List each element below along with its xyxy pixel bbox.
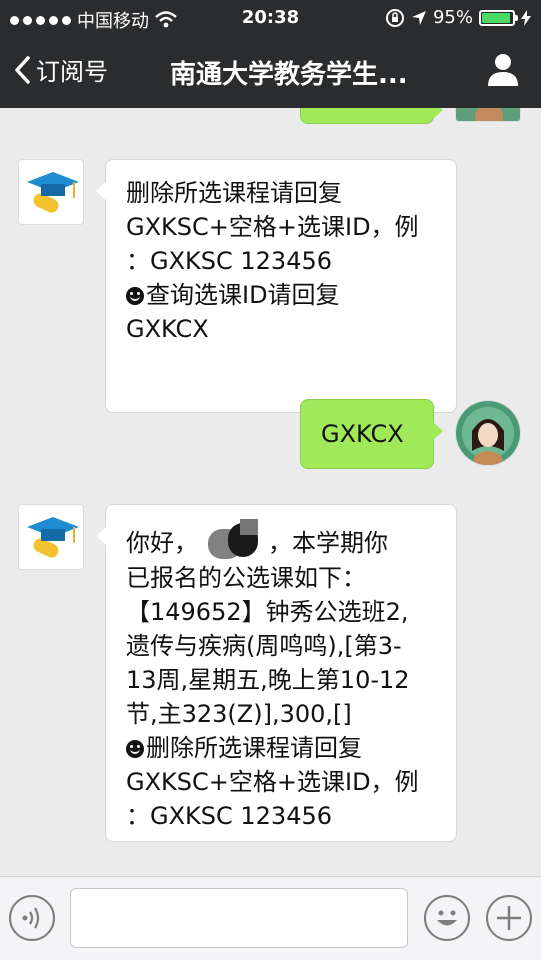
emoji-button[interactable] (424, 895, 470, 941)
battery-icon (479, 9, 518, 26)
message-line: 查询选课ID请回复 (126, 278, 438, 312)
voice-button[interactable] (9, 895, 55, 941)
message-line: GXKSC+空格+选课ID，例 (126, 768, 419, 796)
graduation-cap-icon (19, 160, 83, 224)
redacted-name (198, 519, 268, 561)
message-line: 已报名的公选课如下： (126, 564, 366, 592)
message-text: 你好， (126, 529, 198, 557)
voice-icon (22, 907, 40, 929)
message-input[interactable] (70, 888, 408, 948)
bot-avatar[interactable] (18, 504, 84, 570)
message-text: ，本学期你 (268, 529, 388, 557)
battery-percent: 95% (432, 7, 473, 28)
message-line: GXKSC+空格+选课ID，例 (126, 213, 419, 241)
person-icon (488, 54, 518, 86)
rotation-lock-icon (385, 8, 404, 27)
message-text: 查询选课ID请回复 (146, 281, 340, 309)
smiley-icon (126, 740, 144, 758)
profile-button[interactable] (487, 52, 519, 90)
message-line: 删除所选课程请回复 (126, 731, 438, 765)
location-arrow-icon (411, 10, 426, 25)
nav-bar: 订阅号 南通大学教务学生... (0, 36, 541, 108)
plus-icon (497, 906, 521, 930)
charging-bolt-icon (521, 9, 531, 26)
bot-avatar[interactable] (18, 159, 84, 225)
chevron-left-icon (15, 55, 30, 84)
message-line: 遗传与疾病(周鸣鸣),[第3- (126, 632, 402, 660)
bot-message-2[interactable]: 你好， ，本学期你 已报名的公选课如下： 【149652】钟秀公选班2, 遗传与疾… (96, 504, 457, 842)
user-avatar-previous[interactable] (455, 108, 521, 122)
back-label: 订阅号 (36, 58, 108, 86)
page-title: 南通大学教务学生... (170, 60, 408, 90)
chat-area[interactable]: 删除所选课程请回复 GXKSC+空格+选课ID，例 ：GXKSC 123456 … (0, 108, 541, 876)
message-text: 删除所选课程请回复 (146, 734, 362, 762)
graduation-cap-icon (19, 505, 83, 569)
message-line: ：GXKSC 123456 (126, 247, 333, 275)
message-line: GXKCX (126, 315, 209, 343)
user-avatar-image (456, 108, 520, 121)
plus-button[interactable] (486, 895, 532, 941)
status-right-group: 95% (385, 7, 531, 28)
smiley-icon (126, 287, 144, 305)
emoji-icon (437, 910, 457, 926)
message-line: 删除所选课程请回复 (126, 179, 342, 207)
message-line: ：GXKSC 123456 (126, 802, 333, 830)
message-line: 节,主323(Z)],300,[] (126, 700, 352, 728)
message-text: GXKCX (321, 420, 404, 448)
bot-message-1[interactable]: 删除所选课程请回复 GXKSC+空格+选课ID，例 ：GXKSC 123456 … (96, 159, 457, 413)
message-line: 13周,星期五,晚上第10-12 (126, 666, 410, 694)
message-line: 【149652】钟秀公选班2, (126, 598, 409, 626)
user-avatar-image (456, 401, 520, 465)
input-bar (0, 876, 541, 960)
user-message-1[interactable]: GXKCX (300, 399, 443, 469)
back-button[interactable]: 订阅号 (14, 52, 108, 87)
message-line: 你好， ，本学期你 (126, 519, 438, 561)
previous-outgoing-bubble[interactable] (300, 108, 443, 124)
user-avatar[interactable] (455, 400, 521, 466)
status-bar: 中国移动 20:38 95% (0, 0, 541, 36)
